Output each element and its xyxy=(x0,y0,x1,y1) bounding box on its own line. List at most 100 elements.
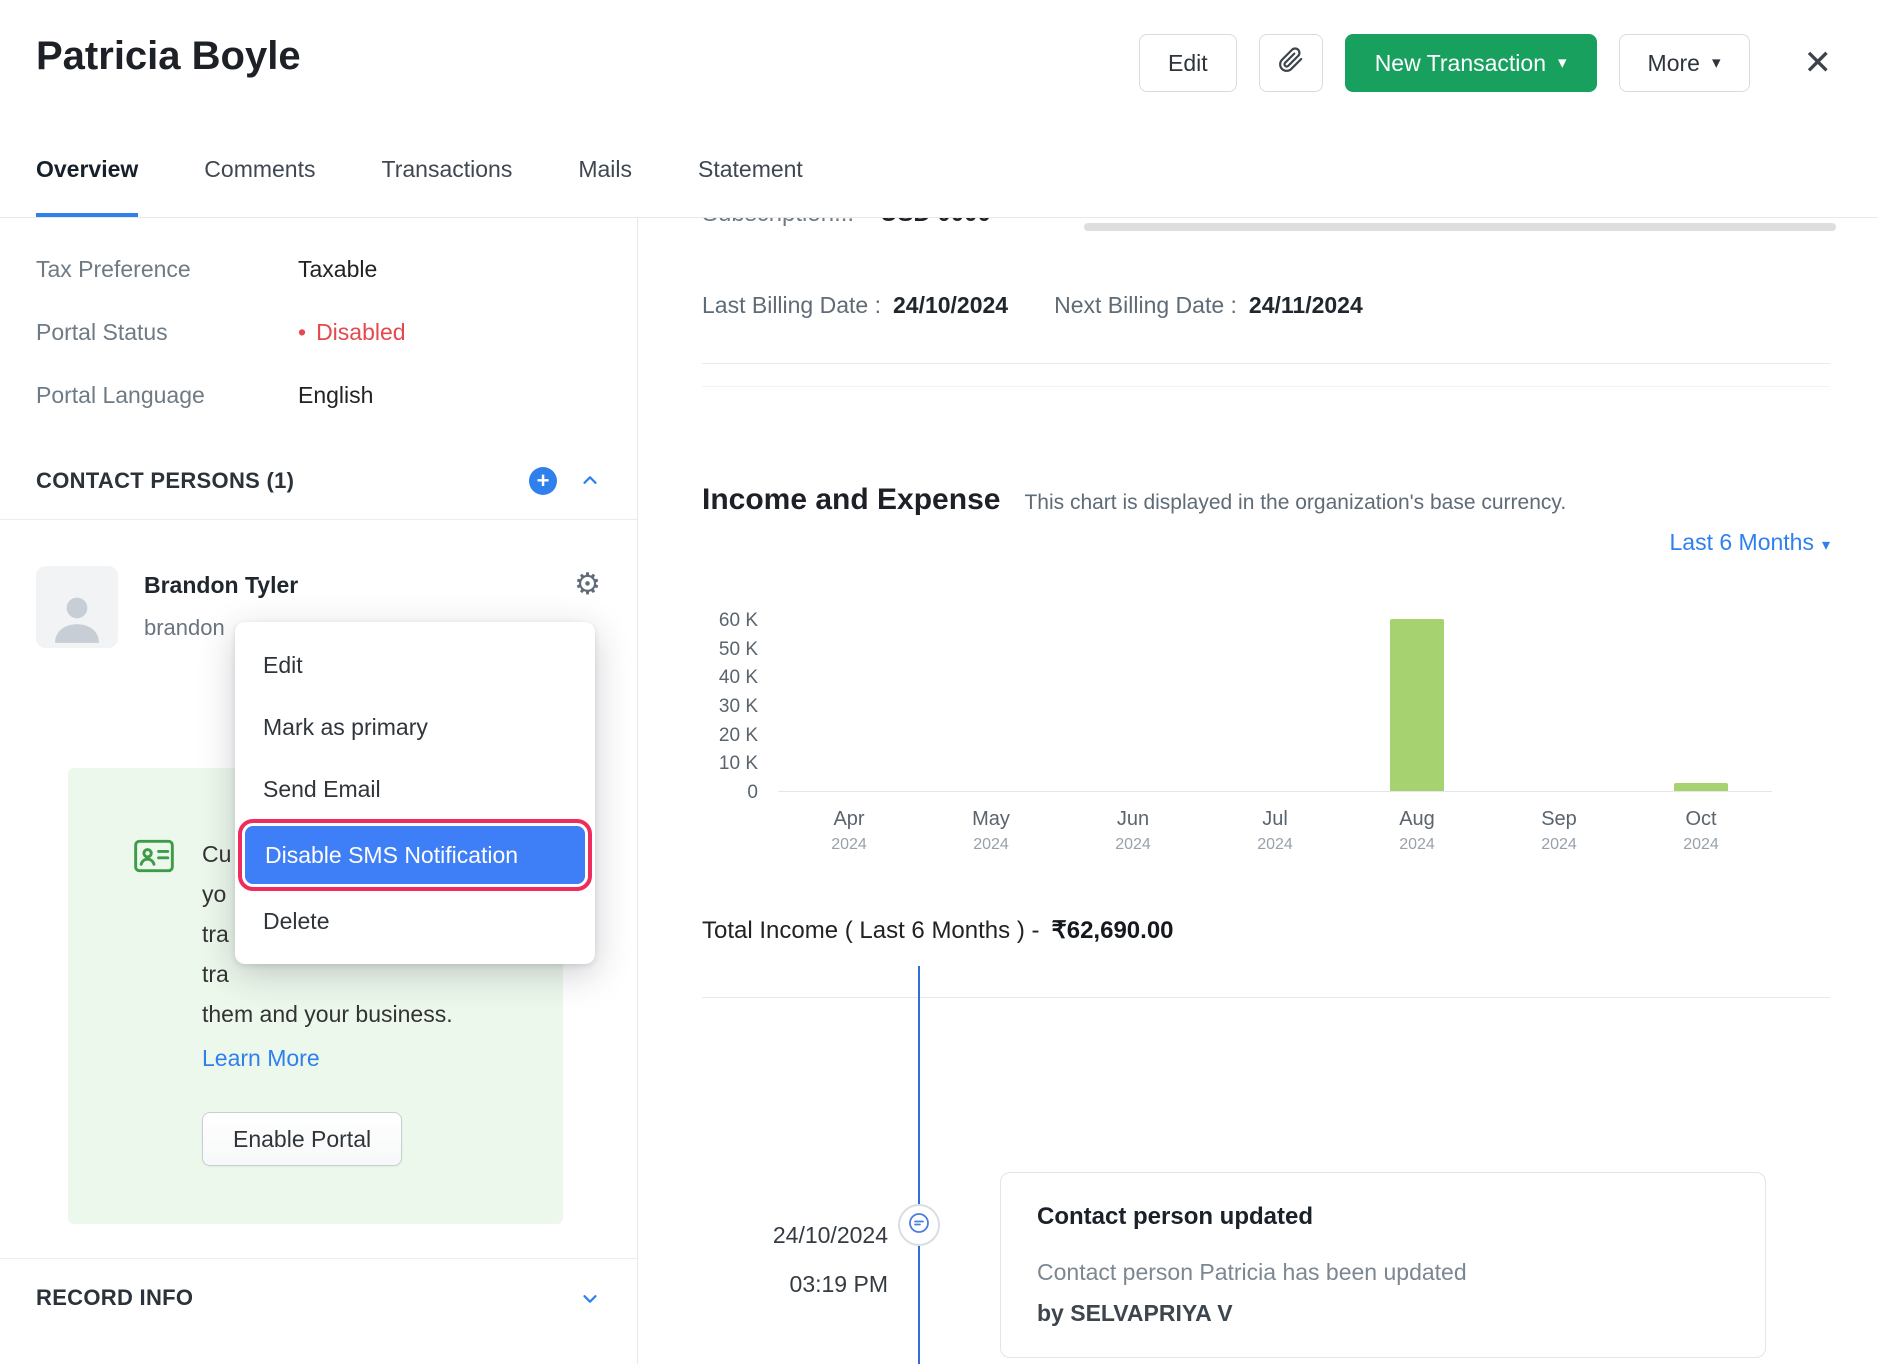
chart-column xyxy=(920,620,1062,791)
close-icon[interactable]: ✕ xyxy=(1798,43,1839,83)
x-tick-label: Sep2024 xyxy=(1488,808,1630,854)
field-label: Tax Preference xyxy=(36,256,298,283)
timeline-card-title: Contact person updated xyxy=(1037,1203,1729,1231)
y-tick-label: 20 K xyxy=(719,725,758,747)
chevron-down-icon: ▾ xyxy=(1822,535,1830,554)
chevron-down-icon: ▾ xyxy=(1712,53,1721,73)
edit-button[interactable]: Edit xyxy=(1139,34,1237,92)
field-value: English xyxy=(298,382,373,409)
total-income-label: Total Income ( Last 6 Months ) - xyxy=(702,917,1039,945)
chart-y-axis: 60 K50 K40 K30 K20 K10 K0 xyxy=(702,620,758,792)
income-expense-header: Income and Expense This chart is display… xyxy=(702,483,1830,517)
page-header: Patricia Boyle Edit New Transaction ▾ Mo… xyxy=(0,0,1878,92)
contact-persons-header: CONTACT PERSONS (1) + xyxy=(0,467,637,495)
comment-icon xyxy=(907,1211,931,1240)
avatar xyxy=(36,566,118,648)
timeline-timestamp: 24/10/2024 03:19 PM xyxy=(702,1222,888,1298)
menu-item-mark-as-primary[interactable]: Mark as primary xyxy=(235,696,595,758)
chart-column xyxy=(1630,620,1772,791)
chart-column xyxy=(1488,620,1630,791)
x-tick-label: May2024 xyxy=(920,808,1062,854)
record-info-title: RECORD INFO xyxy=(36,1285,193,1311)
chevron-up-icon[interactable] xyxy=(579,470,601,492)
horizontal-scrollbar-thumb[interactable] xyxy=(1084,223,1836,231)
chart-bar xyxy=(1390,619,1444,791)
tab-comments[interactable]: Comments xyxy=(204,156,315,217)
chevron-down-icon[interactable] xyxy=(579,1287,601,1309)
page-title: Patricia Boyle xyxy=(36,34,301,79)
y-tick-label: 10 K xyxy=(719,753,758,775)
timeline-card-author: by SELVAPRIYA V xyxy=(1037,1300,1729,1327)
field-label: Portal Status xyxy=(36,319,298,346)
tab-statement[interactable]: Statement xyxy=(698,156,803,217)
menu-item-send-email[interactable]: Send Email xyxy=(235,758,595,820)
contact-person-name: Brandon Tyler xyxy=(144,572,298,599)
divider xyxy=(0,1258,637,1259)
divider xyxy=(702,386,1830,387)
activity-timeline: 24/10/2024 03:19 PM Contact person updat… xyxy=(702,1172,1830,1358)
timeline-time: 03:19 PM xyxy=(702,1271,888,1298)
income-expense-note: This chart is displayed in the organizat… xyxy=(1024,491,1566,515)
chart-column xyxy=(778,620,920,791)
chart-column xyxy=(1204,620,1346,791)
clipped-subscription-row: Subscription... USD 0000 xyxy=(702,218,991,228)
divider xyxy=(702,997,1830,998)
status-dot-icon: • xyxy=(298,319,306,345)
attachment-button[interactable] xyxy=(1259,34,1323,92)
x-tick-label: Apr2024 xyxy=(778,808,920,854)
paperclip-icon xyxy=(1278,47,1304,79)
x-tick-label: Jun2024 xyxy=(1062,808,1204,854)
tab-mails[interactable]: Mails xyxy=(578,156,632,217)
tab-transactions[interactable]: Transactions xyxy=(382,156,513,217)
y-tick-label: 40 K xyxy=(719,667,758,689)
menu-item-disable-sms-notification[interactable]: Disable SMS Notification xyxy=(245,826,585,884)
main-pane: Subscription... USD 0000 Last Billing Da… xyxy=(638,218,1878,1364)
total-income-value: ₹62,690.00 xyxy=(1051,916,1173,945)
header-actions: Edit New Transaction ▾ More ▾ ✕ xyxy=(1139,34,1838,92)
divider xyxy=(702,363,1830,364)
y-tick-label: 60 K xyxy=(719,610,758,632)
chart-column xyxy=(1062,620,1204,791)
clipped-label: Subscription... xyxy=(702,218,854,228)
add-contact-person-button[interactable]: + xyxy=(529,467,557,495)
total-income-row: Total Income ( Last 6 Months ) - ₹62,690… xyxy=(702,916,1830,945)
field-label: Portal Language xyxy=(36,382,298,409)
tab-bar: Overview Comments Transactions Mails Sta… xyxy=(0,156,1878,218)
clipped-value: USD 0000 xyxy=(880,218,991,228)
timeline-line xyxy=(918,966,920,1364)
y-tick-label: 0 xyxy=(747,782,758,804)
contact-persons-title: CONTACT PERSONS (1) xyxy=(36,468,294,494)
new-transaction-button[interactable]: New Transaction ▾ xyxy=(1345,34,1597,92)
new-transaction-label: New Transaction xyxy=(1375,50,1546,77)
divider xyxy=(0,519,637,520)
field-portal-language: Portal Language English xyxy=(0,382,637,409)
status-badge: •Disabled xyxy=(298,319,406,346)
field-tax-preference: Tax Preference Taxable xyxy=(0,256,637,283)
range-selector[interactable]: Last 6 Months▾ xyxy=(1670,529,1831,555)
next-billing-date: Next Billing Date : 24/11/2024 xyxy=(1054,292,1363,319)
chevron-down-icon: ▾ xyxy=(1558,53,1567,73)
learn-more-link[interactable]: Learn More xyxy=(202,1038,453,1078)
y-tick-label: 50 K xyxy=(719,639,758,661)
menu-item-delete[interactable]: Delete xyxy=(235,890,595,952)
billing-row: Last Billing Date : 24/10/2024 Next Bill… xyxy=(702,292,1830,319)
chart-column xyxy=(1346,620,1488,791)
more-label: More xyxy=(1648,50,1700,77)
enable-portal-button[interactable]: Enable Portal xyxy=(202,1112,402,1166)
x-tick-label: Oct2024 xyxy=(1630,808,1772,854)
x-tick-label: Aug2024 xyxy=(1346,808,1488,854)
chart-x-axis: Apr2024May2024Jun2024Jul2024Aug2024Sep20… xyxy=(778,808,1772,854)
timeline-date: 24/10/2024 xyxy=(702,1222,888,1249)
record-info-header[interactable]: RECORD INFO xyxy=(0,1285,637,1311)
menu-item-edit[interactable]: Edit xyxy=(235,634,595,696)
timeline-node xyxy=(898,1204,940,1246)
tab-overview[interactable]: Overview xyxy=(36,156,138,217)
chart-bar xyxy=(1674,783,1728,791)
field-value: Taxable xyxy=(298,256,377,283)
contact-person-context-menu: Edit Mark as primary Send Email Disable … xyxy=(235,622,595,964)
income-expense-chart: 60 K50 K40 K30 K20 K10 K0 Apr2024May2024… xyxy=(702,620,1830,860)
customer-portal-icon xyxy=(132,834,176,878)
income-expense-title: Income and Expense xyxy=(702,483,1000,517)
last-billing-date: Last Billing Date : 24/10/2024 xyxy=(702,292,1008,319)
more-button[interactable]: More ▾ xyxy=(1619,34,1750,92)
